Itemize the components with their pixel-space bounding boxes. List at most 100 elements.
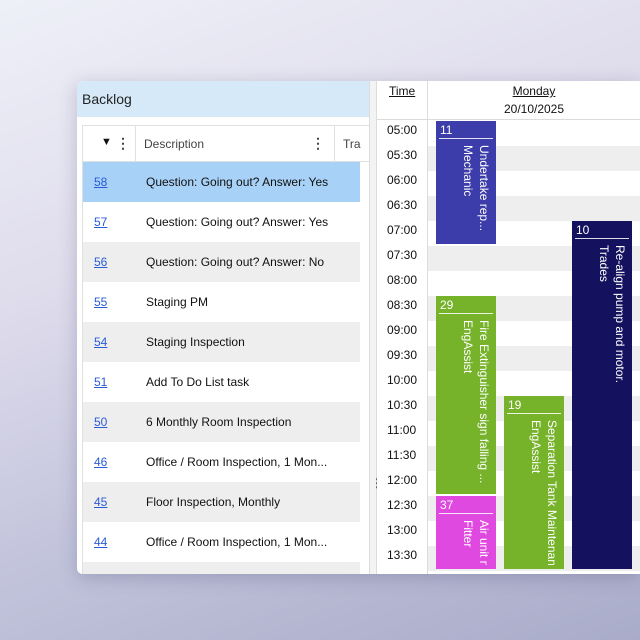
- time-label: 09:00: [387, 323, 418, 337]
- table-row[interactable]: 54 Staging Inspection: [83, 322, 360, 362]
- row-description: Staging PM: [146, 295, 209, 309]
- time-label: 10:00: [387, 373, 418, 387]
- time-column: 05:00 05:30 06:00 06:30 07:00 07:30 08:00 08:30…: [377, 120, 428, 574]
- panel-splitter[interactable]: ⋮: [369, 81, 383, 574]
- day-name-link[interactable]: Monday: [428, 84, 640, 98]
- event-trade: EngAssist: [461, 320, 475, 374]
- row-description: Floor Inspection, Monthly: [146, 495, 281, 509]
- event-id: 11: [440, 123, 453, 137]
- time-label: 13:00: [387, 523, 418, 537]
- truncated-column-header[interactable]: Tra: [335, 126, 369, 162]
- event-title: Air unit m...: [477, 520, 491, 565]
- row-id-link[interactable]: 44: [94, 535, 107, 549]
- row-description: Question: Going out? Answer: No: [146, 255, 325, 269]
- description-header-label: Description: [144, 137, 205, 151]
- scheduler-window: Backlog ▼ ⋮ Description ⋮ Tra 58 Questio…: [77, 81, 640, 574]
- table-row[interactable]: 57 Question: Going out? Answer: Yes: [83, 202, 360, 242]
- day-column-header[interactable]: Monday 20/10/2025: [428, 81, 640, 120]
- row-id-link[interactable]: 50: [94, 415, 107, 429]
- event-divider: [575, 238, 629, 239]
- row-id-link[interactable]: 57: [94, 215, 107, 229]
- time-label: 08:30: [387, 298, 418, 312]
- row-id-link[interactable]: 56: [94, 255, 107, 269]
- id-column-header[interactable]: ▼ ⋮: [83, 126, 136, 162]
- event-title: Re-align pump and motor.: [613, 245, 627, 384]
- grid-header: ▼ ⋮ Description ⋮ Tra: [83, 125, 369, 162]
- calendar-event[interactable]: 29 Fire Extinguisher sign falling ... EngA…: [436, 296, 496, 494]
- event-divider: [439, 138, 493, 139]
- event-id: 19: [508, 398, 522, 412]
- time-label: 11:00: [387, 423, 417, 437]
- event-id: 10: [576, 223, 590, 237]
- row-id-link[interactable]: 58: [94, 175, 107, 189]
- table-row[interactable]: 51 Add To Do List task: [83, 362, 360, 402]
- time-column-header[interactable]: Time: [377, 81, 428, 120]
- row-description: Question: Going out? Answer: Yes: [146, 175, 329, 189]
- event-divider: [507, 413, 561, 414]
- row-id-link[interactable]: 51: [94, 375, 107, 389]
- time-label: 05:00: [387, 123, 418, 137]
- time-label: 07:00: [387, 223, 418, 237]
- table-row[interactable]: 45 Floor Inspection, Monthly: [83, 482, 360, 522]
- time-label: 05:30: [387, 148, 418, 162]
- calendar-body[interactable]: 05:00 05:30 06:00 06:30 07:00 07:30 08:00 08:30…: [377, 120, 640, 574]
- time-label: 06:30: [387, 198, 418, 212]
- calendar-header: Time Monday 20/10/2025: [377, 81, 640, 120]
- time-label: 08:00: [387, 273, 418, 287]
- truncated-header-label: Tra: [343, 137, 361, 151]
- row-description: Office / Room Inspection, 1 Mon...: [146, 455, 328, 469]
- table-row[interactable]: 50 6 Monthly Room Inspection: [83, 402, 360, 442]
- event-title: Undertake rep...: [477, 145, 491, 232]
- event-divider: [439, 513, 493, 514]
- time-label: 12:30: [387, 498, 418, 512]
- column-menu-icon[interactable]: ⋮: [116, 135, 130, 152]
- row-id-link[interactable]: 46: [94, 455, 107, 469]
- table-row[interactable]: 56 Question: Going out? Answer: No: [83, 242, 360, 282]
- event-trade: EngAssist: [529, 420, 543, 474]
- event-trade: Trades: [597, 245, 611, 282]
- backlog-panel: Backlog ▼ ⋮ Description ⋮ Tra 58 Questio…: [77, 81, 369, 574]
- day-date: 20/10/2025: [503, 102, 565, 116]
- table-row[interactable]: 46 Office / Room Inspection, 1 Mon...: [83, 442, 360, 482]
- event-title: Separation Tank Maintenance: [545, 420, 559, 565]
- row-description: Staging Inspection: [146, 335, 245, 349]
- event-id: 37: [440, 498, 454, 512]
- event-divider: [439, 313, 493, 314]
- time-label: 14:00: [387, 573, 417, 574]
- row-description: Add To Do List task: [146, 375, 250, 389]
- backlog-grid: ▼ ⋮ Description ⋮ Tra 58 Question: Going…: [82, 125, 369, 574]
- row-id-link[interactable]: 54: [94, 335, 107, 349]
- row-description: 6 Monthly Room Inspection: [146, 415, 292, 429]
- column-menu-icon[interactable]: ⋮: [311, 135, 325, 152]
- event-trade: Fitter: [461, 520, 475, 548]
- calendar-event[interactable]: 37 Air unit m... Fitter: [436, 496, 496, 569]
- time-label: 13:30: [387, 548, 418, 562]
- table-row[interactable]: 58 Question: Going out? Answer: Yes: [83, 162, 360, 202]
- event-trade: Mechanic: [461, 145, 475, 197]
- table-row[interactable]: 44 Office / Room Inspection, 1 Mon...: [83, 522, 360, 562]
- time-label: 07:30: [387, 248, 418, 262]
- time-label: 10:30: [387, 398, 418, 412]
- row-description: Question: Going out? Answer: Yes: [146, 215, 329, 229]
- row-id-link[interactable]: 45: [94, 495, 107, 509]
- description-column-header[interactable]: Description ⋮: [136, 126, 335, 162]
- backlog-title: Backlog: [77, 81, 369, 117]
- sort-desc-icon[interactable]: ▼: [101, 136, 112, 148]
- calendar-event[interactable]: 11 Undertake rep... Mechanic: [436, 121, 496, 244]
- table-row[interactable]: [83, 562, 360, 574]
- backlog-rows: 58 Question: Going out? Answer: Yes 57 Q…: [83, 162, 360, 574]
- row-id-link[interactable]: 55: [94, 295, 107, 309]
- table-row[interactable]: 55 Staging PM: [83, 282, 360, 322]
- time-header-label[interactable]: Time: [389, 84, 415, 98]
- time-label: 12:00: [387, 473, 418, 487]
- time-slot[interactable]: [428, 571, 640, 574]
- calendar-event[interactable]: 10 Re-align pump and motor. Trades: [572, 221, 632, 569]
- time-label: 11:30: [387, 448, 417, 462]
- time-label: 06:00: [387, 173, 418, 187]
- calendar-event[interactable]: 19 Separation Tank Maintenance EngAssist: [504, 396, 564, 569]
- time-label: 09:30: [387, 348, 418, 362]
- event-title: Fire Extinguisher sign falling ...: [477, 320, 491, 484]
- day-calendar: Time Monday 20/10/2025 05:00 05:30 06:00 06…: [377, 81, 640, 574]
- row-description: Office / Room Inspection, 1 Mon...: [146, 535, 328, 549]
- event-id: 29: [440, 298, 454, 312]
